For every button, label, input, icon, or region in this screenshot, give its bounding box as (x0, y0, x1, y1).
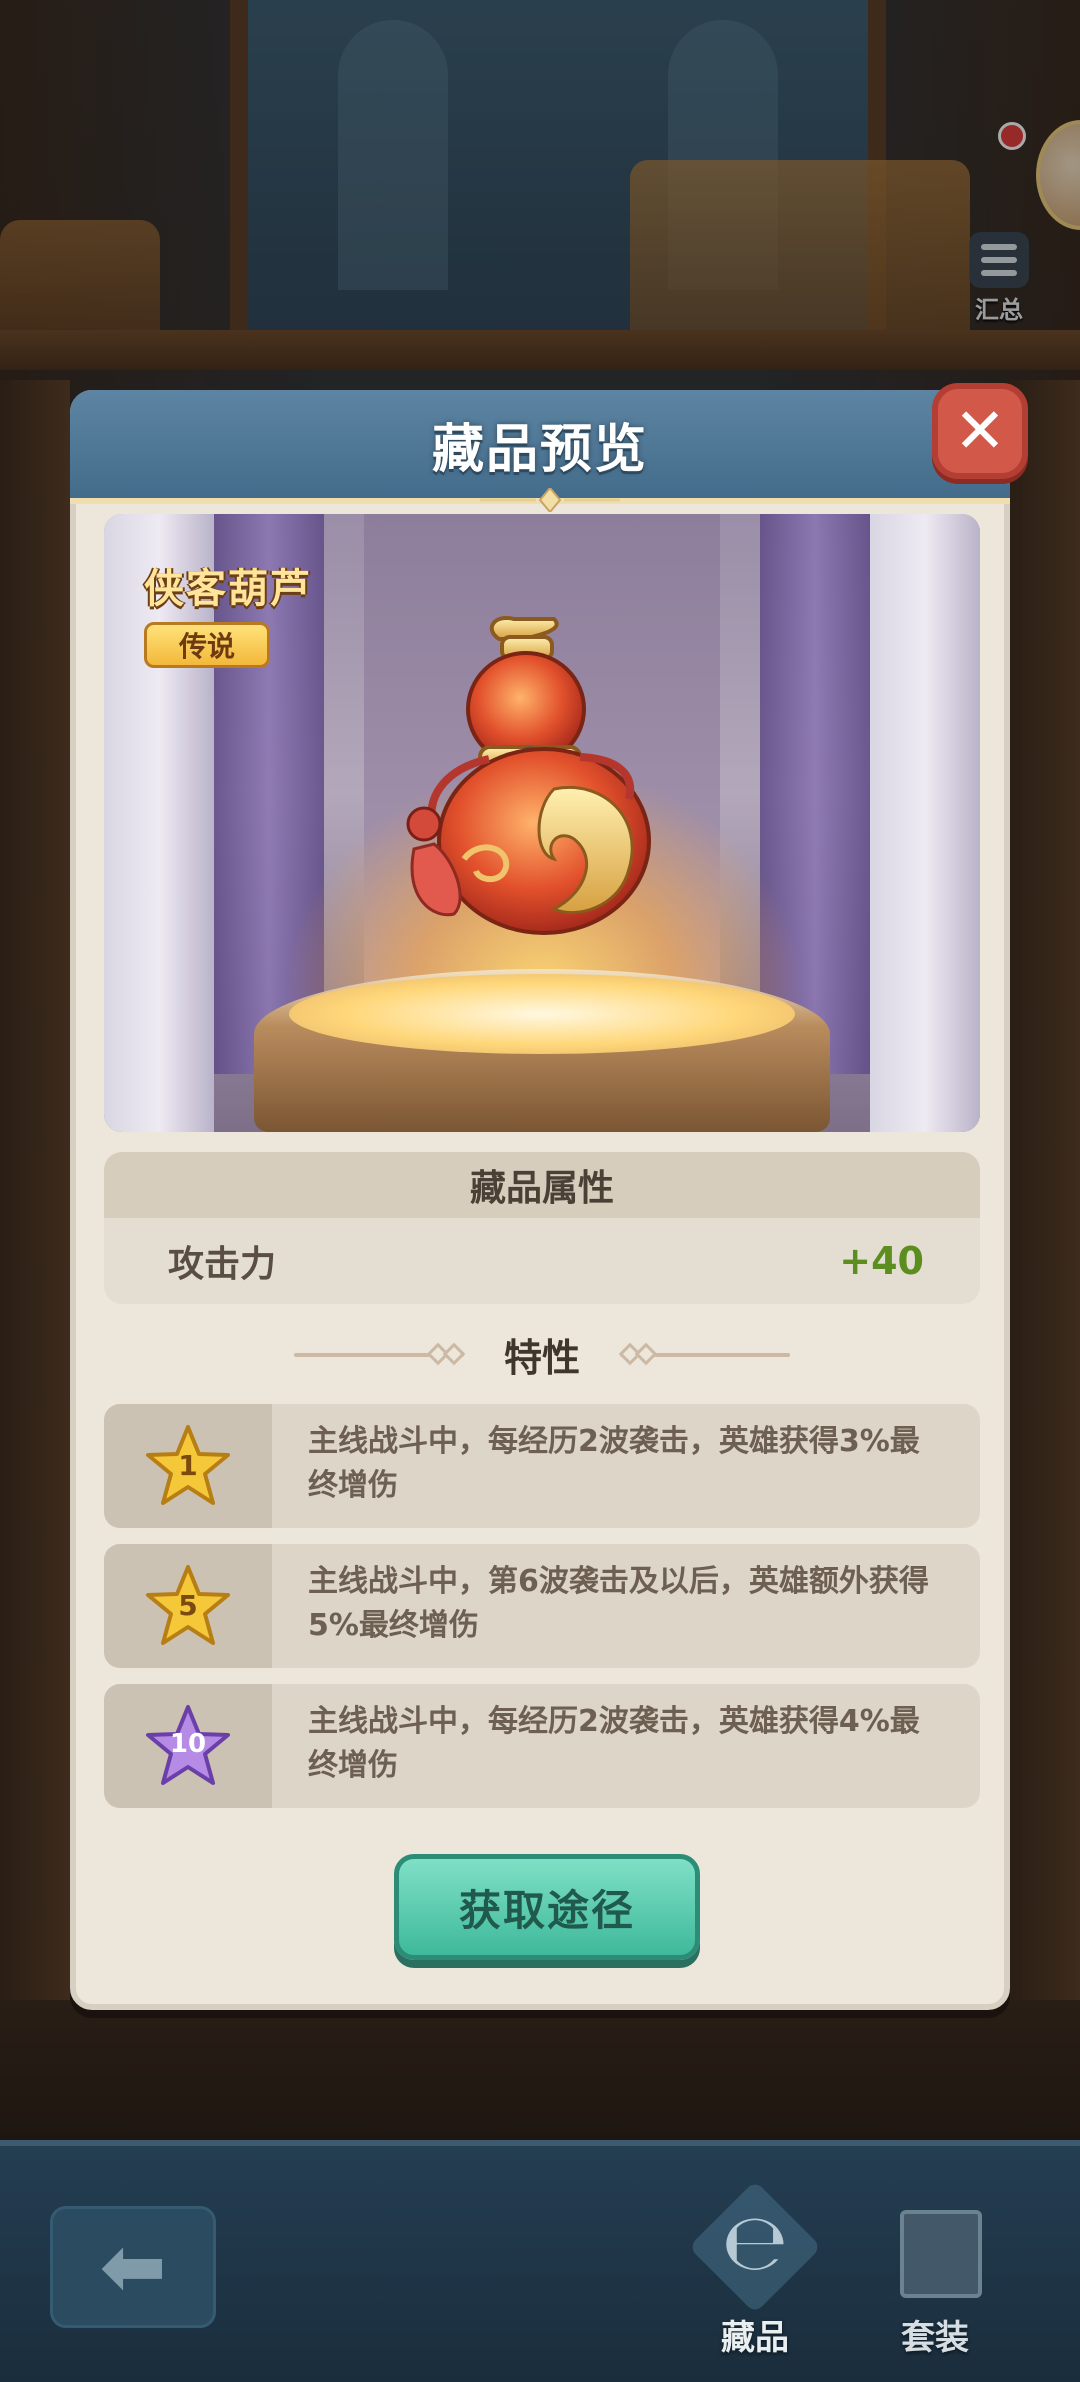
header-ornament-icon (480, 488, 620, 512)
trait-description: 主线战斗中，第6波袭击及以后，英雄额外获得5%最终增伤 (308, 1564, 929, 1643)
attributes-title: 藏品属性 (104, 1152, 980, 1218)
tab-set-label: 套装 (901, 2318, 969, 2358)
trait-description: 主线战斗中，每经历2波袭击，英雄获得4%最终增伤 (308, 1704, 920, 1783)
trait-card: 10 主线战斗中，每经历2波袭击，英雄获得4%最终增伤 (104, 1684, 980, 1808)
arrow-left-icon: ⬅ (99, 2220, 167, 2313)
attributes-panel: 藏品属性 攻击力 +40 (104, 1152, 980, 1304)
rarity-badge: 传说 (144, 622, 270, 668)
close-icon: ✕ (954, 394, 1006, 467)
obtain-method-label: 获取途径 (458, 1885, 635, 1935)
pillar-right (870, 514, 980, 1132)
attribute-value: +40 (839, 1239, 924, 1283)
bottom-nav-bar: ⬅ ℮ 藏品 套装 (0, 2140, 1080, 2382)
tab-collection[interactable]: ℮ 藏品 (670, 2188, 840, 2378)
obtain-method-button[interactable]: 获取途径 (394, 1854, 700, 1960)
star-level: 5 (178, 1589, 198, 1622)
collection-preview-dialog: 藏品预览 ✕ 侠客葫芦 传说 藏品属性 攻击力 +40 特性 1 主线战斗中，每… (70, 383, 1028, 2010)
pedestal-top (289, 974, 795, 1054)
attribute-name: 攻击力 (168, 1244, 277, 1285)
attribute-row: 攻击力 +40 (104, 1218, 980, 1304)
book-icon (876, 2188, 994, 2306)
collection-icon: ℮ (696, 2188, 814, 2306)
divider-right-icon (618, 1342, 790, 1366)
item-name: 侠客葫芦 (144, 566, 312, 612)
star-icon: 1 (143, 1423, 233, 1509)
back-button[interactable]: ⬅ (50, 2206, 216, 2328)
star-level: 10 (169, 1729, 207, 1759)
item-showcase: 侠客葫芦 传说 (104, 514, 980, 1132)
trait-card: 5 主线战斗中，第6波袭击及以后，英雄额外获得5%最终增伤 (104, 1544, 980, 1668)
traits-header: 特性 (104, 1324, 980, 1384)
star-icon: 5 (143, 1563, 233, 1649)
gourd-icon (406, 616, 651, 935)
divider-left-icon (293, 1342, 466, 1366)
rarity-label: 传说 (178, 630, 235, 663)
star-level: 1 (178, 1449, 198, 1482)
tab-collection-label: 藏品 (721, 2318, 789, 2358)
tab-set[interactable]: 套装 (850, 2188, 1020, 2378)
traits-title: 特性 (503, 1335, 580, 1380)
star-icon: 10 (143, 1703, 233, 1789)
dialog-title: 藏品预览 (431, 419, 648, 480)
dialog-header: 藏品预览 (70, 390, 1010, 504)
trait-card: 1 主线战斗中，每经历2波袭击，英雄获得3%最终增伤 (104, 1404, 980, 1528)
trait-description: 主线战斗中，每经历2波袭击，英雄获得3%最终增伤 (308, 1424, 920, 1503)
close-button[interactable]: ✕ (928, 376, 1032, 486)
